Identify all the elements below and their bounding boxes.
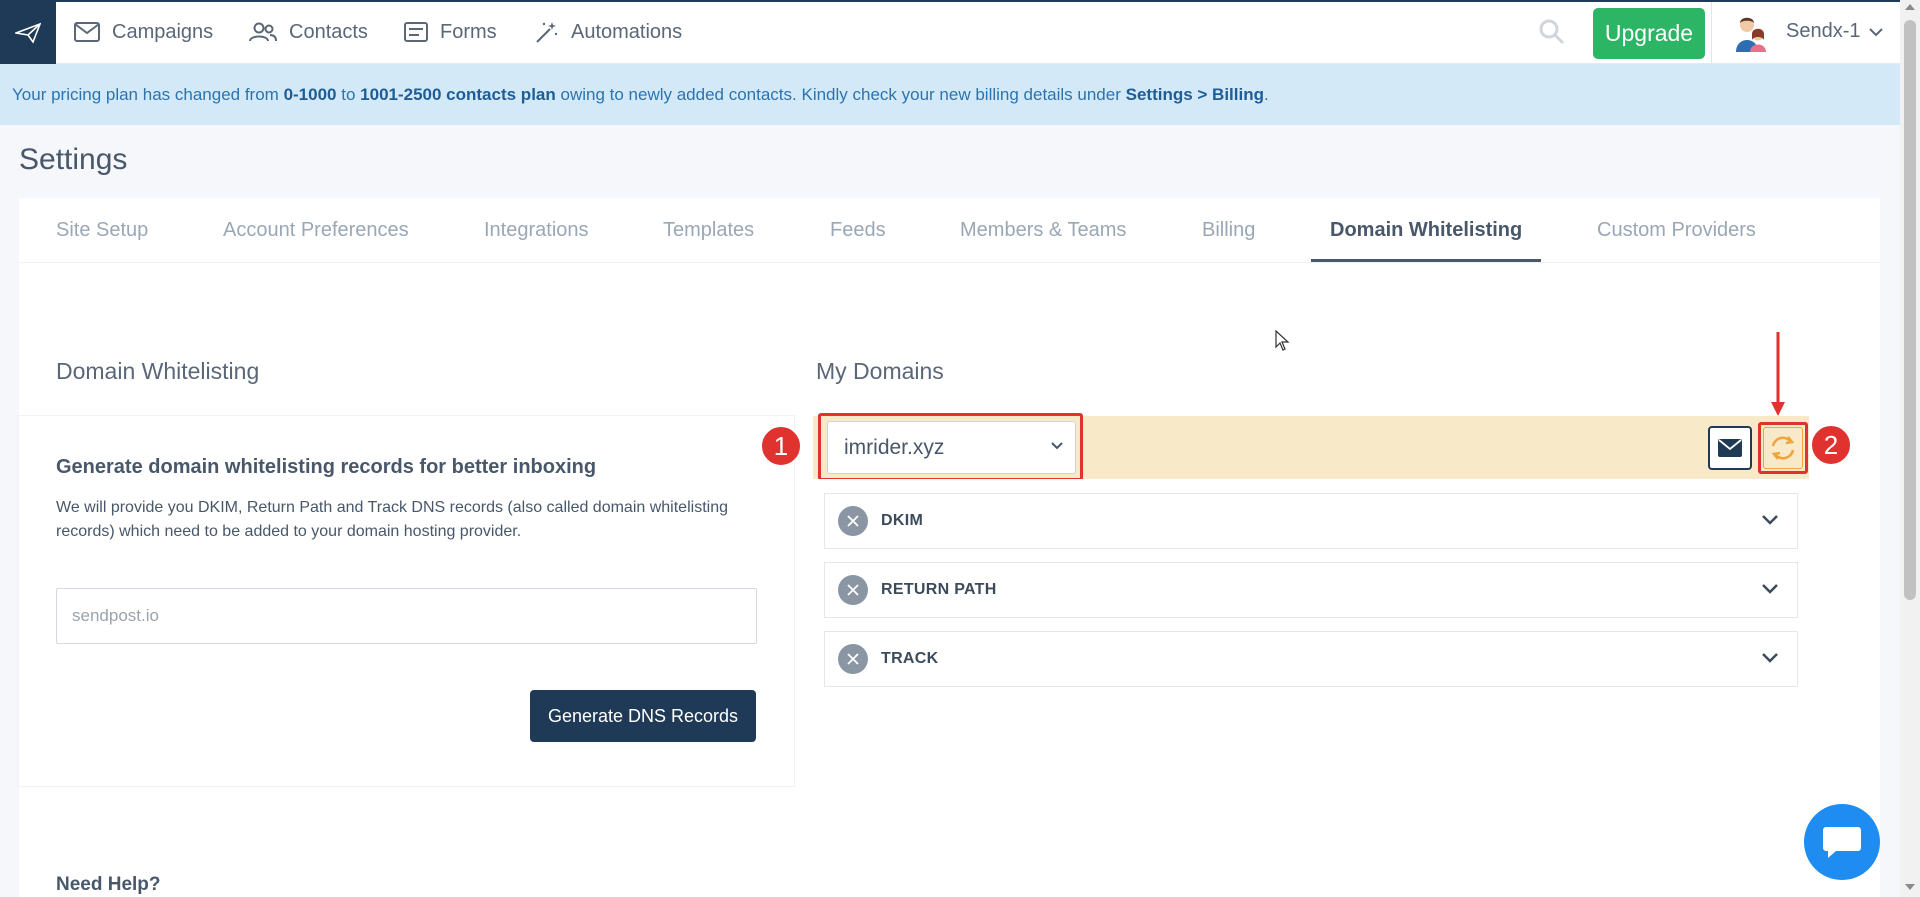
- nav-forms[interactable]: Forms: [404, 2, 497, 62]
- mouse-cursor-icon: [1275, 330, 1290, 351]
- avatar-icon: [1736, 17, 1766, 52]
- scroll-up-arrow-icon[interactable]: [1905, 4, 1915, 10]
- top-nav: Campaigns Contacts Forms Automations Upg…: [0, 0, 1900, 64]
- banner-mid-1: to: [341, 84, 356, 104]
- need-help-title: Need Help?: [56, 874, 161, 895]
- tab-divider: [19, 262, 1880, 263]
- tab-members-teams[interactable]: Members & Teams: [960, 198, 1126, 262]
- search-button[interactable]: [1538, 18, 1566, 51]
- nav-automations[interactable]: Automations: [535, 2, 682, 62]
- close-icon: [838, 575, 868, 605]
- record-return-path[interactable]: RETURN PATH: [824, 562, 1798, 618]
- annotation-badge-2: 2: [1810, 424, 1852, 466]
- tab-billing[interactable]: Billing: [1202, 198, 1255, 262]
- paper-plane-icon: [15, 22, 41, 44]
- banner-billing-link[interactable]: Settings > Billing: [1126, 85, 1264, 105]
- form-icon: [404, 22, 428, 42]
- domain-input[interactable]: [56, 588, 757, 644]
- record-return-path-label: RETURN PATH: [881, 581, 997, 598]
- record-dkim-label: DKIM: [881, 512, 924, 529]
- close-icon: [838, 644, 868, 674]
- tab-integrations[interactable]: Integrations: [484, 198, 589, 262]
- upgrade-button[interactable]: Upgrade: [1593, 8, 1705, 59]
- pricing-banner: Your pricing plan has changed from 0-100…: [0, 64, 1900, 125]
- tab-domain-whitelisting[interactable]: Domain Whitelisting: [1330, 198, 1522, 262]
- search-icon: [1539, 19, 1565, 45]
- banner-from-plan: 0-1000: [283, 84, 337, 104]
- nav-campaigns-label: Campaigns: [112, 20, 214, 43]
- account-name-label: Sendx-1: [1786, 20, 1861, 42]
- record-track[interactable]: TRACK: [824, 631, 1798, 687]
- banner-mid-2: owing to newly added contacts. Kindly ch…: [560, 84, 1121, 104]
- domain-whitelisting-title: Domain Whitelisting: [56, 358, 260, 384]
- envelope-icon: [74, 22, 100, 42]
- chat-widget-button[interactable]: [1804, 804, 1880, 880]
- chat-icon: [1823, 827, 1861, 858]
- record-dkim[interactable]: DKIM: [824, 493, 1798, 549]
- tab-site-setup[interactable]: Site Setup: [56, 198, 148, 262]
- logo[interactable]: [0, 2, 56, 64]
- banner-to-plan: 1001-2500 contacts plan: [360, 84, 556, 104]
- generate-dns-records-button[interactable]: Generate DNS Records: [530, 690, 756, 742]
- banner-prefix: Your pricing plan has changed from: [12, 84, 279, 104]
- scroll-down-arrow-icon[interactable]: [1905, 884, 1915, 890]
- banner-suffix: .: [1264, 84, 1269, 104]
- nav-divider: [1711, 2, 1712, 64]
- domain-select-value: imrider.xyz: [844, 435, 945, 459]
- nav-automations-label: Automations: [571, 20, 683, 43]
- envelope-icon: [1718, 439, 1742, 457]
- generate-records-heading: Generate domain whitelisting records for…: [56, 456, 597, 478]
- annotation-arrow: [1771, 332, 1785, 416]
- chevron-down-icon: [1762, 584, 1778, 594]
- tab-feeds[interactable]: Feeds: [830, 198, 886, 262]
- tab-custom-providers[interactable]: Custom Providers: [1597, 198, 1756, 262]
- record-track-label: TRACK: [881, 650, 939, 667]
- nav-contacts-label: Contacts: [289, 20, 368, 43]
- domain-select[interactable]: imrider.xyz: [827, 421, 1076, 474]
- scrollbar-thumb[interactable]: [1904, 20, 1916, 600]
- generate-records-description: We will provide you DKIM, Return Path an…: [56, 499, 728, 540]
- close-icon: [838, 506, 868, 536]
- chevron-down-icon: [1868, 27, 1883, 36]
- tab-templates[interactable]: Templates: [663, 198, 754, 262]
- account-menu[interactable]: Sendx-1: [1786, 20, 1883, 43]
- nav-forms-label: Forms: [440, 20, 497, 43]
- nav-contacts[interactable]: Contacts: [249, 2, 368, 62]
- nav-campaigns[interactable]: Campaigns: [74, 2, 213, 62]
- chevron-down-icon: [1762, 515, 1778, 525]
- refresh-button[interactable]: [1763, 427, 1803, 469]
- annotation-badge-1: 1: [760, 425, 802, 467]
- email-records-button[interactable]: [1708, 426, 1752, 470]
- avatar[interactable]: [1730, 14, 1770, 54]
- chevron-down-icon: [1051, 442, 1063, 450]
- refresh-icon: [1771, 436, 1795, 460]
- tab-account-preferences[interactable]: Account Preferences: [223, 198, 409, 262]
- my-domains-title: My Domains: [816, 358, 944, 384]
- magic-wand-icon: [536, 22, 558, 43]
- chevron-down-icon: [1762, 653, 1778, 663]
- users-icon: [249, 22, 277, 42]
- active-tab-indicator: [1311, 259, 1541, 262]
- page-title: Settings: [19, 143, 128, 176]
